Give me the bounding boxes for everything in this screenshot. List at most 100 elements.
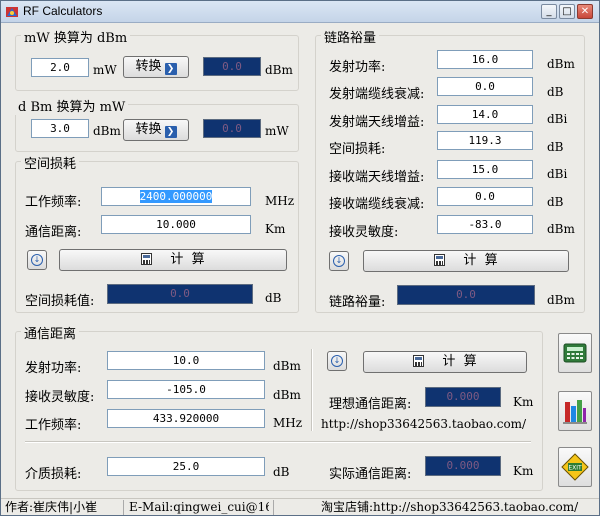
mw-to-dbm-title: mW 换算为 dBm bbox=[21, 27, 131, 46]
minimize-button[interactable]: _ bbox=[541, 4, 557, 19]
cd-freq-unit: MHz bbox=[273, 416, 303, 430]
cd-power-unit: dBm bbox=[273, 359, 301, 373]
cd-loss-input[interactable]: 25.0 bbox=[107, 457, 265, 476]
lm-reset-button[interactable]: ↓ bbox=[329, 251, 349, 271]
cd-sens-unit: dBm bbox=[273, 388, 301, 402]
space-dist-label: 通信距离: bbox=[25, 225, 82, 240]
title-bar: RF Calculators _ □ ✕ bbox=[1, 1, 599, 23]
mw-output: 0.0 bbox=[203, 119, 261, 138]
lm-rx-gain-input[interactable]: 15.0 bbox=[437, 160, 533, 179]
space-reset-button[interactable]: ↓ bbox=[27, 250, 47, 270]
space-result-unit: dB bbox=[265, 291, 282, 305]
space-freq-unit: MHz bbox=[265, 194, 295, 208]
arrow-right-icon: ❯ bbox=[164, 63, 177, 75]
status-separator bbox=[273, 500, 274, 515]
space-calc-button[interactable]: 计 算 bbox=[59, 249, 287, 271]
divider bbox=[25, 441, 531, 443]
dbm-output: 0.0 bbox=[203, 57, 261, 76]
lm-rx-sens-input[interactable]: -83.0 bbox=[437, 215, 533, 234]
divider bbox=[311, 349, 313, 431]
cd-ideal-unit: Km bbox=[513, 395, 534, 409]
lm-calc-label: 计 算 bbox=[463, 253, 498, 268]
calculator-icon bbox=[141, 253, 153, 265]
side-exit-button[interactable]: EXIT bbox=[558, 447, 592, 487]
status-separator bbox=[123, 500, 124, 515]
reset-icon: ↓ bbox=[333, 255, 345, 267]
cd-freq-input[interactable]: 433.920000 bbox=[107, 409, 265, 428]
lm-row-unit: dBi bbox=[547, 167, 568, 181]
lm-row-label: 接收端缆线衰减: bbox=[329, 197, 425, 212]
lm-result-label: 链路裕量: bbox=[329, 295, 386, 310]
lm-tx-power-input[interactable]: 16.0 bbox=[437, 50, 533, 69]
cd-calc-label: 计 算 bbox=[442, 354, 477, 369]
lm-row-label: 接收端天线增益: bbox=[329, 170, 425, 185]
calculator-icon bbox=[413, 355, 425, 367]
lm-row-unit: dBi bbox=[547, 112, 568, 126]
lm-calc-button[interactable]: 计 算 bbox=[363, 250, 569, 272]
space-freq-input[interactable]: 2400.000000 bbox=[101, 187, 251, 206]
cd-power-input[interactable]: 10.0 bbox=[107, 351, 265, 370]
mw-input-unit: mW bbox=[93, 63, 117, 77]
reset-icon: ↓ bbox=[331, 355, 343, 367]
dbm-output-unit: dBm bbox=[265, 63, 293, 77]
dbm-input-unit: dBm bbox=[93, 124, 121, 138]
lm-row-unit: dB bbox=[547, 85, 564, 99]
lm-tx-cable-input[interactable]: 0.0 bbox=[437, 77, 533, 96]
lm-rx-cable-input[interactable]: 0.0 bbox=[437, 187, 533, 206]
shop-url-link[interactable]: http://shop33642563.taobao.com/ bbox=[321, 417, 535, 431]
close-button[interactable]: ✕ bbox=[577, 4, 593, 19]
dbm-convert-label: 转换 bbox=[135, 122, 162, 137]
lm-row-unit: dBm bbox=[547, 222, 575, 236]
cd-loss-label: 介质损耗: bbox=[25, 467, 82, 482]
status-email: E-Mail:qingwei_cui@163.com bbox=[129, 500, 269, 514]
side-chart-button[interactable] bbox=[558, 391, 592, 431]
chart-book-icon bbox=[563, 400, 587, 424]
lm-space-loss-input[interactable]: 119.3 bbox=[437, 131, 533, 150]
maximize-button[interactable]: □ bbox=[559, 4, 575, 19]
cd-actual-label: 实际通信距离: bbox=[329, 467, 412, 482]
lm-row-unit: dBm bbox=[547, 57, 575, 71]
mw-input[interactable]: 2.0 bbox=[31, 58, 89, 77]
mw-convert-label: 转换 bbox=[135, 59, 162, 74]
space-result-label: 空间损耗值: bbox=[25, 294, 95, 309]
link-margin-title: 链路裕量 bbox=[321, 27, 380, 46]
lm-row-unit: dB bbox=[547, 195, 564, 209]
cd-calc-button[interactable]: 计 算 bbox=[363, 351, 527, 373]
lm-row-label: 空间损耗: bbox=[329, 142, 386, 157]
window-title: RF Calculators bbox=[23, 4, 103, 18]
app-logo-icon bbox=[6, 7, 18, 17]
exit-sign-icon: EXIT bbox=[561, 453, 589, 481]
lm-result-output: 0.0 bbox=[397, 285, 535, 305]
lm-row-label: 接收灵敏度: bbox=[329, 225, 399, 240]
lm-tx-gain-input[interactable]: 14.0 bbox=[437, 105, 533, 124]
cd-actual-output: 0.000 bbox=[425, 456, 501, 476]
dbm-to-mw-title: d Bm 换算为 mW bbox=[15, 96, 129, 115]
mw-convert-button[interactable]: 转换 ❯ bbox=[123, 56, 189, 78]
space-dist-input[interactable]: 10.000 bbox=[101, 215, 251, 234]
side-calculator-button[interactable] bbox=[558, 333, 592, 373]
lm-row-unit: dB bbox=[547, 140, 564, 154]
arrow-right-icon: ❯ bbox=[164, 126, 177, 138]
dbm-input[interactable]: 3.0 bbox=[31, 119, 89, 138]
mw-output-unit: mW bbox=[265, 124, 289, 138]
space-loss-title: 空间损耗 bbox=[21, 153, 80, 172]
cd-ideal-label: 理想通信距离: bbox=[329, 397, 412, 412]
space-calc-label: 计 算 bbox=[170, 252, 205, 267]
lm-row-label: 发射功率: bbox=[329, 60, 386, 75]
reset-icon: ↓ bbox=[31, 254, 43, 266]
cd-actual-unit: Km bbox=[513, 464, 534, 478]
status-shop: 淘宝店铺:http://shop33642563.taobao.com/ bbox=[321, 500, 579, 514]
status-bar: 作者:崔庆伟|小崔 E-Mail:qingwei_cui@163.com 淘宝店… bbox=[1, 498, 599, 515]
lm-row-label: 发射端缆线衰减: bbox=[329, 87, 425, 102]
cd-sens-input[interactable]: -105.0 bbox=[107, 380, 265, 399]
comm-distance-title: 通信距离 bbox=[21, 323, 80, 342]
status-author: 作者:崔庆伟|小崔 bbox=[5, 500, 98, 514]
cd-freq-label: 工作频率: bbox=[25, 418, 82, 433]
dbm-convert-button[interactable]: 转换 ❯ bbox=[123, 119, 189, 141]
cd-reset-button[interactable]: ↓ bbox=[327, 351, 347, 371]
cd-power-label: 发射功率: bbox=[25, 361, 82, 376]
app-window: RF Calculators _ □ ✕ mW 换算为 dBm 2.0 mW 转… bbox=[0, 0, 600, 516]
svg-text:EXIT: EXIT bbox=[568, 465, 582, 472]
calculator-icon bbox=[563, 343, 587, 363]
cd-sens-label: 接收灵敏度: bbox=[25, 390, 95, 405]
